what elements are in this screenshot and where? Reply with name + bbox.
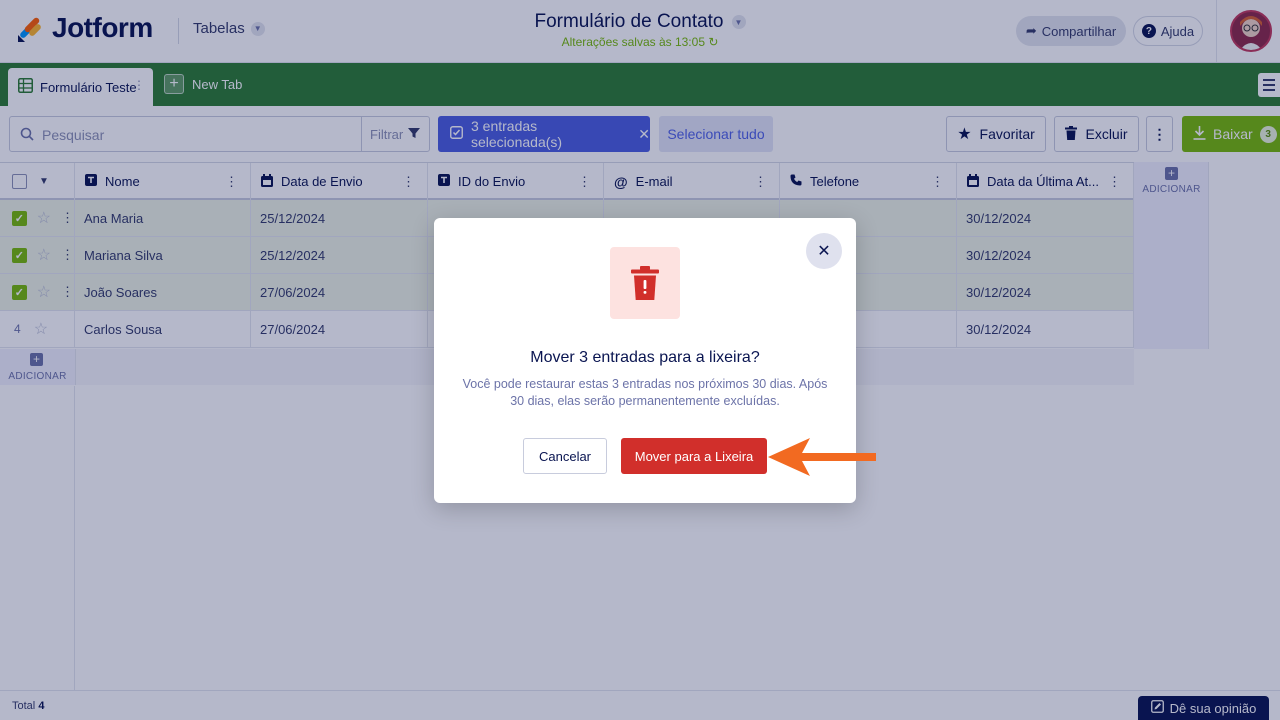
close-icon[interactable]: ✕ <box>806 233 842 269</box>
cancel-button[interactable]: Cancelar <box>523 438 607 474</box>
trash-warning-icon <box>610 247 680 319</box>
move-to-trash-button[interactable]: Mover para a Lixeira <box>621 438 767 474</box>
dialog-description: Você pode restaurar estas 3 entradas nos… <box>462 377 828 408</box>
callout-arrow-icon <box>768 436 878 483</box>
dialog-title: Mover 3 entradas para a lixeira? <box>530 349 760 366</box>
